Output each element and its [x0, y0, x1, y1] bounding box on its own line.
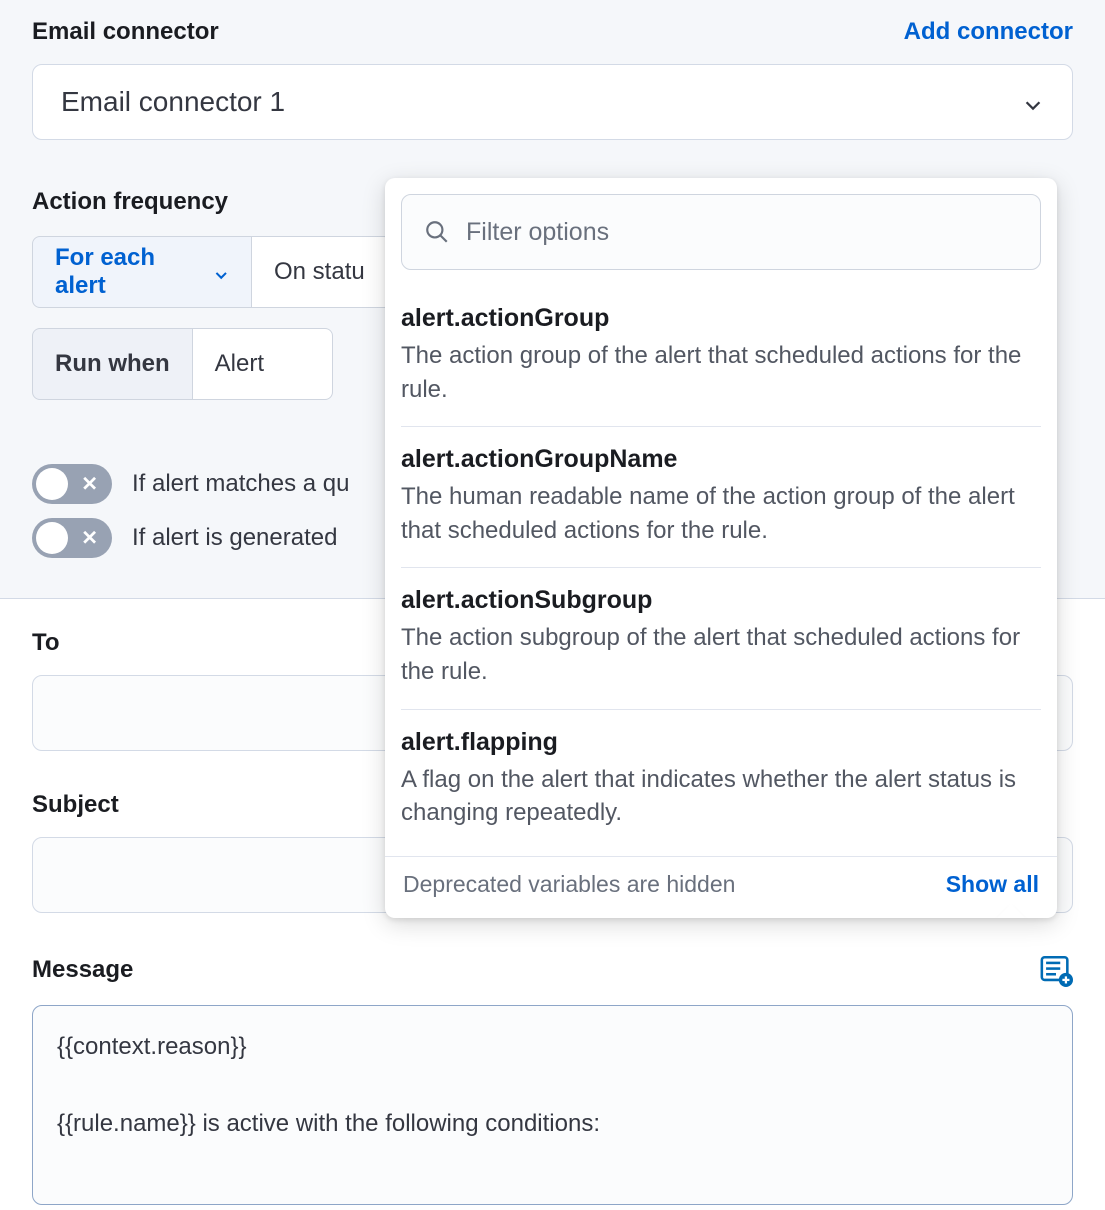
insert-variable-button[interactable] [1039, 953, 1073, 987]
deprecated-note: Deprecated variables are hidden [403, 871, 735, 898]
frequency-mode-select[interactable]: For each alert [32, 236, 252, 308]
connector-selected-value: Email connector 1 [61, 86, 285, 118]
query-condition-label: If alert matches a qu [132, 470, 349, 498]
variable-popover: alert.actionGroup The action group of the… [385, 178, 1057, 918]
frequency-mode-row: For each alert On statu [32, 236, 392, 308]
frequency-status-select[interactable]: On statu [252, 236, 392, 308]
chevron-down-icon [1022, 91, 1044, 113]
option-name: alert.actionGroupName [401, 445, 1041, 474]
connector-header: Email connector Add connector [32, 18, 1073, 46]
filter-options-input[interactable] [466, 218, 1018, 247]
message-textarea[interactable] [32, 1005, 1073, 1205]
show-all-link[interactable]: Show all [946, 871, 1039, 898]
message-label: Message [32, 956, 133, 984]
search-icon [424, 219, 450, 245]
frequency-status-value: On statu [274, 258, 365, 286]
options-list[interactable]: alert.actionGroup The action group of the… [385, 286, 1057, 856]
option-description: The action group of the alert that sched… [401, 339, 1041, 406]
run-when-row: Run when Alert [32, 328, 392, 400]
toggle-knob [36, 522, 68, 554]
run-when-select[interactable]: Alert [193, 328, 333, 400]
option-description: A flag on the alert that indicates wheth… [401, 763, 1041, 830]
run-when-label: Run when [32, 328, 193, 400]
option-name: alert.actionSubgroup [401, 586, 1041, 615]
option-description: The action subgroup of the alert that sc… [401, 621, 1041, 688]
chevron-down-icon [213, 263, 229, 281]
close-icon: ✕ [81, 526, 98, 551]
connector-label: Email connector [32, 18, 219, 46]
close-icon: ✕ [81, 472, 98, 497]
option-description: The human readable name of the action gr… [401, 480, 1041, 547]
connector-select[interactable]: Email connector 1 [32, 64, 1073, 140]
option-name: alert.flapping [401, 728, 1041, 757]
generated-condition-toggle[interactable]: ✕ [32, 518, 112, 558]
query-condition-toggle[interactable]: ✕ [32, 464, 112, 504]
option-name: alert.actionGroup [401, 304, 1041, 333]
toggle-knob [36, 468, 68, 500]
option-item[interactable]: alert.actionGroup The action group of the… [401, 286, 1041, 427]
run-when-value: Alert [215, 350, 264, 378]
option-item[interactable]: alert.actionGroupName The human readable … [401, 427, 1041, 568]
add-connector-link[interactable]: Add connector [904, 18, 1073, 46]
filter-input-wrapper[interactable] [401, 194, 1041, 270]
generated-condition-label: If alert is generated [132, 524, 337, 552]
popover-footer: Deprecated variables are hidden Show all [385, 856, 1057, 918]
frequency-mode-value: For each alert [55, 244, 199, 300]
option-item[interactable]: alert.actionSubgroup The action subgroup … [401, 568, 1041, 709]
option-item[interactable]: alert.flapping A flag on the alert that i… [401, 710, 1041, 850]
